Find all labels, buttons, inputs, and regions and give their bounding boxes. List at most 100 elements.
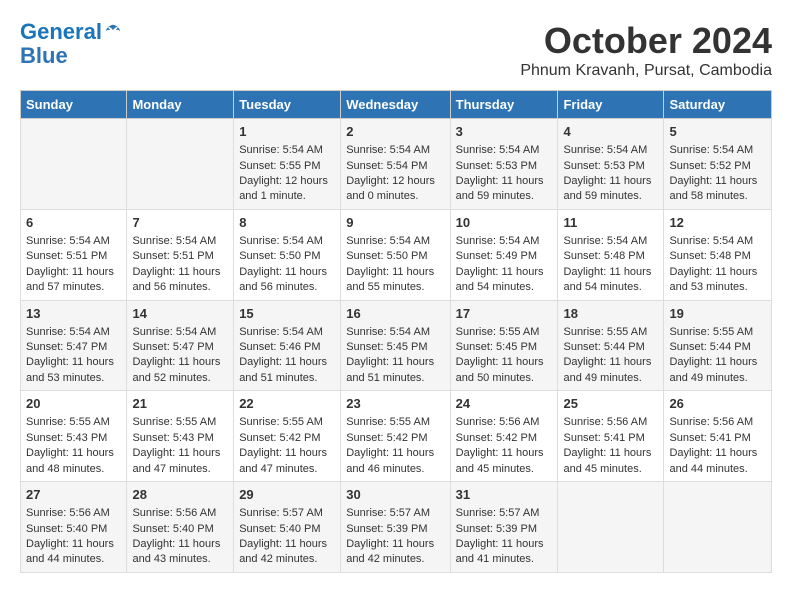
day-info: Sunrise: 5:55 AM — [669, 325, 766, 340]
day-info: Daylight: 11 hours — [669, 174, 766, 189]
day-info: Sunrise: 5:54 AM — [239, 325, 335, 340]
calendar-cell — [558, 482, 664, 573]
day-info: Sunset: 5:44 PM — [669, 340, 766, 355]
col-wednesday: Wednesday — [341, 91, 450, 119]
day-info: Daylight: 11 hours — [456, 537, 553, 552]
day-info: and 47 minutes. — [132, 462, 228, 477]
calendar-table: Sunday Monday Tuesday Wednesday Thursday… — [20, 90, 772, 573]
day-info: and 54 minutes. — [563, 280, 658, 295]
day-info: and 45 minutes. — [563, 462, 658, 477]
calendar-cell: 17Sunrise: 5:55 AMSunset: 5:45 PMDayligh… — [450, 300, 558, 391]
day-info: Daylight: 11 hours — [132, 355, 228, 370]
day-info: Sunrise: 5:56 AM — [456, 415, 553, 430]
week-row-3: 13Sunrise: 5:54 AMSunset: 5:47 PMDayligh… — [21, 300, 772, 391]
day-info: Sunrise: 5:55 AM — [26, 415, 121, 430]
calendar-cell: 10Sunrise: 5:54 AMSunset: 5:49 PMDayligh… — [450, 209, 558, 300]
calendar-cell: 13Sunrise: 5:54 AMSunset: 5:47 PMDayligh… — [21, 300, 127, 391]
day-info: Daylight: 11 hours — [563, 355, 658, 370]
day-info: Sunset: 5:44 PM — [563, 340, 658, 355]
calendar-cell: 25Sunrise: 5:56 AMSunset: 5:41 PMDayligh… — [558, 391, 664, 482]
day-number: 3 — [456, 123, 553, 141]
day-info: Sunrise: 5:54 AM — [563, 234, 658, 249]
calendar-cell — [664, 482, 772, 573]
col-friday: Friday — [558, 91, 664, 119]
day-number: 31 — [456, 486, 553, 504]
day-info: and 45 minutes. — [456, 462, 553, 477]
logo: General Blue — [20, 20, 122, 68]
day-info: Daylight: 11 hours — [346, 537, 444, 552]
day-info: and 41 minutes. — [456, 552, 553, 567]
month-title: October 2024 — [520, 20, 772, 62]
day-info: Sunrise: 5:54 AM — [346, 325, 444, 340]
calendar-cell: 28Sunrise: 5:56 AMSunset: 5:40 PMDayligh… — [127, 482, 234, 573]
day-number: 8 — [239, 214, 335, 232]
header-row: Sunday Monday Tuesday Wednesday Thursday… — [21, 91, 772, 119]
day-info: Daylight: 11 hours — [346, 446, 444, 461]
day-info: Daylight: 11 hours — [563, 265, 658, 280]
calendar-cell: 5Sunrise: 5:54 AMSunset: 5:52 PMDaylight… — [664, 119, 772, 210]
day-info: Sunset: 5:42 PM — [346, 431, 444, 446]
day-number: 7 — [132, 214, 228, 232]
week-row-1: 1Sunrise: 5:54 AMSunset: 5:55 PMDaylight… — [21, 119, 772, 210]
week-row-5: 27Sunrise: 5:56 AMSunset: 5:40 PMDayligh… — [21, 482, 772, 573]
calendar-cell: 23Sunrise: 5:55 AMSunset: 5:42 PMDayligh… — [341, 391, 450, 482]
day-info: and 0 minutes. — [346, 189, 444, 204]
day-info: and 44 minutes. — [669, 462, 766, 477]
day-info: and 57 minutes. — [26, 280, 121, 295]
calendar-cell: 12Sunrise: 5:54 AMSunset: 5:48 PMDayligh… — [664, 209, 772, 300]
day-number: 5 — [669, 123, 766, 141]
day-info: and 48 minutes. — [26, 462, 121, 477]
day-info: Daylight: 11 hours — [26, 265, 121, 280]
day-info: Daylight: 11 hours — [669, 265, 766, 280]
day-info: Sunset: 5:53 PM — [456, 159, 553, 174]
day-info: and 42 minutes. — [346, 552, 444, 567]
calendar-cell: 1Sunrise: 5:54 AMSunset: 5:55 PMDaylight… — [234, 119, 341, 210]
col-saturday: Saturday — [664, 91, 772, 119]
day-info: and 49 minutes. — [669, 371, 766, 386]
day-info: Sunset: 5:45 PM — [456, 340, 553, 355]
day-number: 21 — [132, 395, 228, 413]
day-info: and 56 minutes. — [132, 280, 228, 295]
day-info: Sunrise: 5:55 AM — [563, 325, 658, 340]
day-info: and 44 minutes. — [26, 552, 121, 567]
day-info: Sunset: 5:40 PM — [26, 522, 121, 537]
calendar-cell: 2Sunrise: 5:54 AMSunset: 5:54 PMDaylight… — [341, 119, 450, 210]
col-sunday: Sunday — [21, 91, 127, 119]
day-number: 13 — [26, 305, 121, 323]
day-info: Sunrise: 5:54 AM — [456, 234, 553, 249]
day-info: Daylight: 11 hours — [456, 265, 553, 280]
day-number: 2 — [346, 123, 444, 141]
day-info: Sunset: 5:53 PM — [563, 159, 658, 174]
calendar-cell: 9Sunrise: 5:54 AMSunset: 5:50 PMDaylight… — [341, 209, 450, 300]
calendar-cell: 29Sunrise: 5:57 AMSunset: 5:40 PMDayligh… — [234, 482, 341, 573]
day-info: Daylight: 11 hours — [563, 174, 658, 189]
day-info: and 52 minutes. — [132, 371, 228, 386]
calendar-cell: 19Sunrise: 5:55 AMSunset: 5:44 PMDayligh… — [664, 300, 772, 391]
day-info: Sunset: 5:50 PM — [346, 249, 444, 264]
day-info: Sunset: 5:45 PM — [346, 340, 444, 355]
day-info: Sunset: 5:50 PM — [239, 249, 335, 264]
col-thursday: Thursday — [450, 91, 558, 119]
day-info: Daylight: 11 hours — [239, 355, 335, 370]
day-info: Sunrise: 5:54 AM — [239, 143, 335, 158]
calendar-cell — [127, 119, 234, 210]
day-number: 29 — [239, 486, 335, 504]
day-info: Sunrise: 5:54 AM — [132, 234, 228, 249]
day-info: Daylight: 11 hours — [26, 446, 121, 461]
day-info: Sunset: 5:48 PM — [669, 249, 766, 264]
day-number: 14 — [132, 305, 228, 323]
day-info: Daylight: 11 hours — [456, 174, 553, 189]
day-info: Daylight: 11 hours — [346, 355, 444, 370]
page-header: General Blue October 2024 Phnum Kravanh,… — [20, 20, 772, 80]
day-number: 28 — [132, 486, 228, 504]
calendar-cell: 30Sunrise: 5:57 AMSunset: 5:39 PMDayligh… — [341, 482, 450, 573]
day-number: 22 — [239, 395, 335, 413]
col-tuesday: Tuesday — [234, 91, 341, 119]
day-info: Daylight: 12 hours — [239, 174, 335, 189]
logo-bird-icon — [104, 23, 122, 41]
calendar-cell: 6Sunrise: 5:54 AMSunset: 5:51 PMDaylight… — [21, 209, 127, 300]
day-info: Daylight: 11 hours — [563, 446, 658, 461]
day-info: Sunrise: 5:54 AM — [456, 143, 553, 158]
calendar-cell: 7Sunrise: 5:54 AMSunset: 5:51 PMDaylight… — [127, 209, 234, 300]
day-number: 17 — [456, 305, 553, 323]
